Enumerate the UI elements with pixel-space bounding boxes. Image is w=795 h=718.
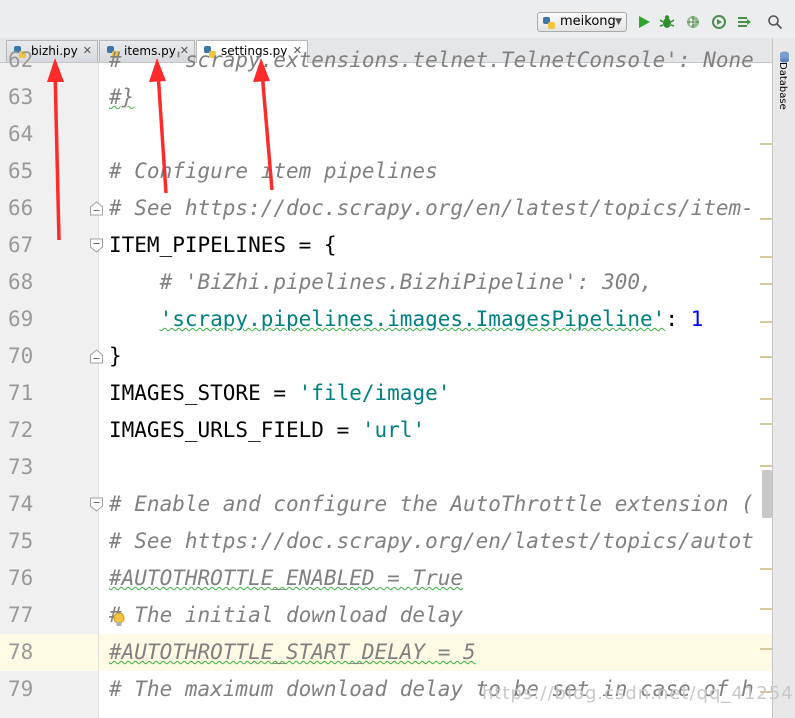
debug-button[interactable] xyxy=(657,12,677,32)
code-text: # See https://doc.scrapy.org/en/latest/t… xyxy=(109,529,754,553)
line-number: 67 xyxy=(8,233,34,257)
python-icon xyxy=(542,16,556,36)
punctuation: : xyxy=(665,307,691,331)
warning-marker[interactable] xyxy=(760,568,772,570)
line-number: 73 xyxy=(8,455,34,479)
code-line: 68 # 'BiZhi.pipelines.BizhiPipeline': 30… xyxy=(0,264,772,301)
database-tool-button[interactable]: Database xyxy=(777,62,788,110)
main-toolbar: meikong ▼ xyxy=(0,0,795,39)
coverage-icon xyxy=(687,16,699,28)
line-number: 69 xyxy=(8,307,34,331)
search-icon xyxy=(768,15,783,30)
code-text: IMAGES_URLS_FIELD = 'url' xyxy=(109,412,425,449)
line-number: 63 xyxy=(8,85,34,109)
build-button[interactable] xyxy=(734,12,754,32)
warning-marker[interactable] xyxy=(760,256,772,258)
right-tool-window-strip: Database xyxy=(772,38,795,718)
fold-marker-icon[interactable] xyxy=(89,349,104,364)
warning-marker[interactable] xyxy=(760,356,772,358)
line-number: 79 xyxy=(8,677,34,701)
code-line: 75 # See https://doc.scrapy.org/en/lates… xyxy=(0,523,772,560)
build-icon xyxy=(738,17,751,27)
warning-marker[interactable] xyxy=(760,648,772,650)
lightbulb-icon[interactable] xyxy=(112,611,126,629)
run-configuration-label: meikong xyxy=(560,14,616,29)
warning-marker[interactable] xyxy=(760,218,772,220)
line-number: 77 xyxy=(8,603,34,627)
code-text: # Configure item pipelines xyxy=(109,159,438,183)
fold-marker-icon[interactable] xyxy=(89,497,104,512)
run-button[interactable] xyxy=(634,12,654,32)
warning-marker[interactable] xyxy=(760,398,772,400)
code-line: 74 # Enable and configure the AutoThrott… xyxy=(0,486,772,523)
warning-marker[interactable] xyxy=(760,423,772,425)
code-line: 63 #} xyxy=(0,79,772,116)
warning-marker[interactable] xyxy=(760,608,772,610)
line-number: 70 xyxy=(8,344,34,368)
code-line: 67 ITEM_PIPELINES = { xyxy=(0,227,772,264)
code-text: #AUTOTHROTTLE_ENABLED = True xyxy=(109,566,464,590)
vertical-scrollbar-thumb[interactable] xyxy=(762,470,772,518)
run-configuration-select[interactable]: meikong ▼ xyxy=(537,12,627,32)
warning-marker[interactable] xyxy=(760,321,772,323)
chevron-down-icon: ▼ xyxy=(615,17,622,27)
search-everywhere-button[interactable] xyxy=(765,12,785,32)
string-literal: 'scrapy.pipelines.images.ImagesPipeline' xyxy=(159,307,666,331)
code-text: #} xyxy=(109,85,135,109)
line-number: 75 xyxy=(8,529,34,553)
code-line: 64 xyxy=(0,116,772,153)
code-text: # Enable and configure the AutoThrottle … xyxy=(109,492,754,516)
code-line: 62 # 'scrapy.extensions.telnet.TelnetCon… xyxy=(0,42,772,79)
line-number: 71 xyxy=(8,381,34,405)
code-text: # The initial download delay xyxy=(109,603,464,627)
warning-marker[interactable] xyxy=(760,283,772,285)
coverage-button[interactable] xyxy=(683,12,703,32)
warning-marker[interactable] xyxy=(760,465,772,467)
warning-marker[interactable] xyxy=(760,143,772,145)
line-number: 74 xyxy=(8,492,34,516)
line-number: 68 xyxy=(8,270,34,294)
code-line: 69 'scrapy.pipelines.images.ImagesPipeli… xyxy=(0,301,772,338)
code-text: ITEM_PIPELINES = { xyxy=(109,233,337,257)
line-number: 78 xyxy=(8,640,34,664)
code-text: } xyxy=(109,344,122,368)
code-text: # 'BiZhi.pipelines.BizhiPipeline': 300, xyxy=(109,270,653,294)
line-number: 62 xyxy=(8,48,34,72)
code-line: 70 } xyxy=(0,338,772,375)
code-text: # 'scrapy.extensions.telnet.TelnetConsol… xyxy=(109,48,754,72)
code-line: 76 #AUTOTHROTTLE_ENABLED = True xyxy=(0,560,772,597)
debug-icon xyxy=(659,15,675,28)
code-line: 65 # Configure item pipelines xyxy=(0,153,772,190)
line-number: 65 xyxy=(8,159,34,183)
error-stripe[interactable] xyxy=(760,63,772,718)
code-line-current: 78 #AUTOTHROTTLE_START_DELAY = 5 xyxy=(0,634,772,671)
code-line: 72 IMAGES_URLS_FIELD = 'url' xyxy=(0,412,772,449)
code-text: #AUTOTHROTTLE_START_DELAY = 5 xyxy=(109,640,476,664)
watermark: https://blog.csdn.net/qq_41254324 xyxy=(482,683,795,704)
code-line: 71 IMAGES_STORE = 'file/image' xyxy=(0,375,772,412)
line-number: 66 xyxy=(8,196,34,220)
identifier: IMAGES_STORE = xyxy=(109,381,299,405)
code-line: 73 xyxy=(0,449,772,486)
run-icon xyxy=(639,16,650,28)
code-text: IMAGES_STORE = 'file/image' xyxy=(109,375,450,412)
line-number: 72 xyxy=(8,418,34,442)
profile-icon xyxy=(712,15,726,29)
string-literal: 'file/image' xyxy=(298,381,451,405)
code-line: 66 # See https://doc.scrapy.org/en/lates… xyxy=(0,190,772,227)
number-literal: 1 xyxy=(690,307,704,331)
line-number: 64 xyxy=(8,122,34,146)
line-number: 76 xyxy=(8,566,34,590)
profile-button[interactable] xyxy=(709,12,729,32)
identifier: IMAGES_URLS_FIELD = xyxy=(109,418,362,442)
fold-marker-icon[interactable] xyxy=(89,201,104,216)
code-text: 'scrapy.pipelines.images.ImagesPipeline'… xyxy=(109,301,704,338)
fold-marker-icon[interactable] xyxy=(89,238,104,253)
code-text: # See https://doc.scrapy.org/en/latest/t… xyxy=(109,196,754,220)
string-literal: 'url' xyxy=(361,418,426,442)
